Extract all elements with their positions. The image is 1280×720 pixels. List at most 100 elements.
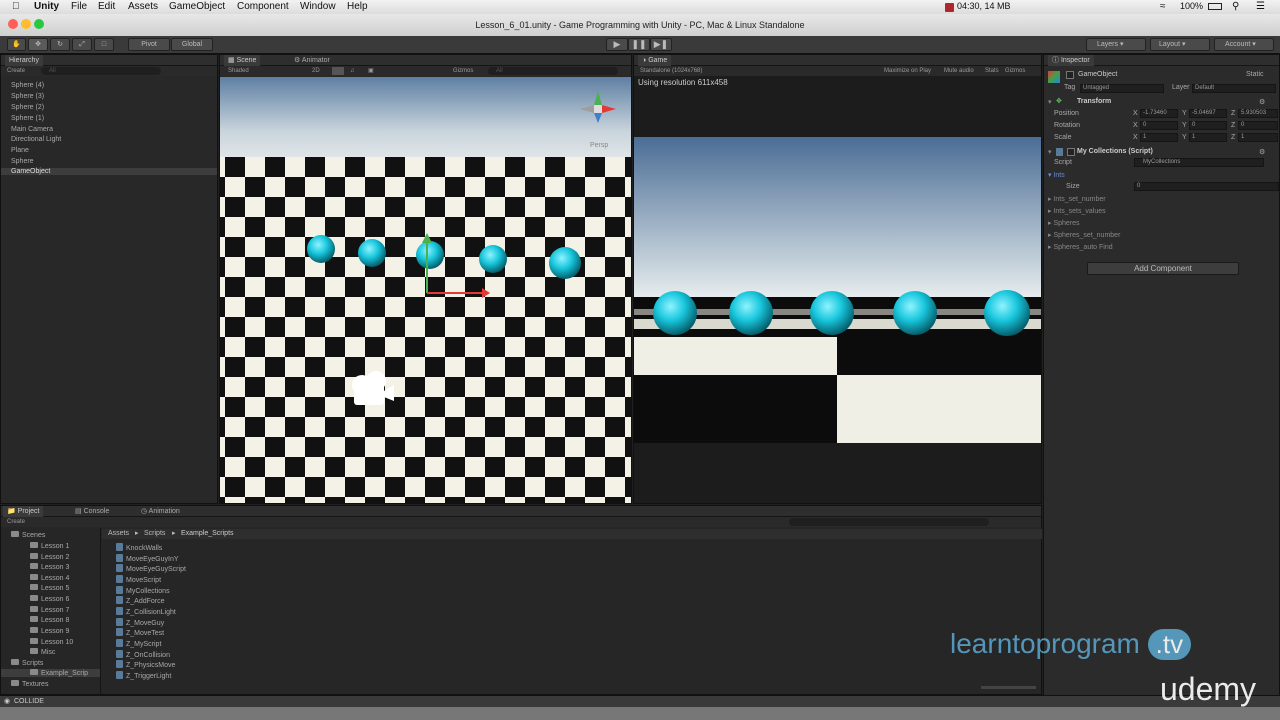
transform-settings-icon[interactable]: ⚙ [1259,98,1265,106]
tree-folder[interactable]: Lesson 6 [30,595,69,603]
asset-item[interactable]: MoveEyeGuyScript [116,564,186,573]
apple-icon[interactable]:  [12,1,20,12]
wifi-icon[interactable]: ≈ [1160,1,1166,12]
breadcrumb-item[interactable]: Assets [108,529,129,539]
menu-component[interactable]: Component [237,1,289,12]
persp-label[interactable]: Persp [590,142,608,149]
icon-size-slider[interactable] [981,686,1036,689]
spheres-auto-find-foldout[interactable]: ▸ Spheres_auto Find [1048,243,1113,251]
close-window-button[interactable] [8,19,18,29]
transform-header[interactable]: Transform [1077,98,1111,105]
script-field[interactable]: MyCollections [1134,158,1264,167]
tab-hierarchy[interactable]: Hierarchy [5,55,43,66]
project-create-button[interactable]: Create [7,517,25,527]
hierarchy-item-selected[interactable]: GameObject [1,168,217,175]
tab-animator[interactable]: ⚙ Animator [290,55,334,66]
tree-folder[interactable]: Scripts [11,659,43,667]
menu-file[interactable]: File [71,1,87,12]
position-z-field[interactable]: 5.930503 [1238,109,1278,118]
hierarchy-item[interactable]: Sphere (2) [11,104,44,111]
position-y-field[interactable]: -5.04697 [1189,109,1227,118]
tree-folder[interactable]: Lesson 2 [30,553,69,561]
asset-item[interactable]: Z_MyScript [116,639,161,648]
tab-game[interactable]: ◑ Game [638,55,672,66]
effects-toggle-icon[interactable]: ▣ [368,66,374,76]
gizmos-dropdown[interactable]: Gizmos [453,66,473,76]
notification-icon[interactable]: ☰ [1256,1,1265,12]
step-button[interactable]: ▶❚ [650,38,672,51]
tree-folder[interactable]: Lesson 7 [30,606,69,614]
scale-z-field[interactable]: 1 [1238,133,1278,142]
tree-folder[interactable]: Textures [11,680,48,688]
scene-search-input[interactable]: All [488,67,618,75]
layer-dropdown[interactable]: Default [1192,84,1276,93]
play-button[interactable]: ▶ [606,38,628,51]
rotation-z-field[interactable]: 0 [1238,121,1278,130]
layers-dropdown[interactable]: Layers ▾ [1086,38,1146,51]
tree-folder[interactable]: Lesson 3 [30,563,69,571]
scene-sphere[interactable] [549,247,581,279]
component-enabled-checkbox[interactable] [1067,148,1075,156]
tree-folder[interactable]: Scenes [11,531,45,539]
asset-item[interactable]: MoveEyeGuyInY [116,554,179,563]
hierarchy-item[interactable]: Sphere (3) [11,93,44,100]
hierarchy-search-input[interactable]: All [41,67,161,75]
menu-help[interactable]: Help [347,1,368,12]
menu-window[interactable]: Window [300,1,336,12]
breadcrumb-item[interactable]: Scripts [144,529,165,539]
spheres-set-number-foldout[interactable]: ▸ Spheres_set_number [1048,231,1120,239]
pivot-toggle[interactable]: Pivot [128,38,170,51]
hierarchy-item[interactable]: Plane [11,147,29,154]
hierarchy-item[interactable]: Sphere (1) [11,115,44,122]
spotlight-icon[interactable]: ⚲ [1232,1,1239,12]
tab-scene[interactable]: ▦ Scene [224,55,261,66]
ints-set-number-foldout[interactable]: ▸ Ints_set_number [1048,195,1106,203]
asset-item[interactable]: Z_OnCollision [116,650,170,659]
component-foldout-icon[interactable]: ▾ [1048,148,1052,156]
shading-mode-dropdown[interactable]: Shaded [228,66,249,76]
zoom-window-button[interactable] [34,19,44,29]
menu-assets[interactable]: Assets [128,1,158,12]
tree-folder[interactable]: Lesson 10 [30,638,73,646]
mode-2d-toggle[interactable]: 2D [312,66,320,76]
maximize-on-play-toggle[interactable]: Maximize on Play [884,66,931,76]
layout-dropdown[interactable]: Layout ▾ [1150,38,1210,51]
active-checkbox[interactable] [1066,71,1074,79]
rotation-x-field[interactable]: 0 [1140,121,1178,130]
account-dropdown[interactable]: Account ▾ [1214,38,1274,51]
asset-item[interactable]: Z_AddForce [116,596,165,605]
scale-tool-icon[interactable]: ⤢ [72,38,92,51]
size-field[interactable]: 0 [1134,182,1279,191]
spheres-foldout[interactable]: ▸ Spheres [1048,219,1080,227]
pause-button[interactable]: ❚❚ [628,38,650,51]
add-component-button[interactable]: Add Component [1087,262,1239,275]
rect-tool-icon[interactable]: □ [94,38,114,51]
tree-folder[interactable]: Misc [30,648,55,656]
hierarchy-item[interactable]: Directional Light [11,136,61,143]
tree-folder[interactable]: Lesson 1 [30,542,69,550]
scale-y-field[interactable]: 1 [1189,133,1227,142]
hierarchy-item[interactable]: Main Camera [11,126,53,133]
game-viewport[interactable] [634,137,1041,443]
transform-foldout-icon[interactable]: ▾ [1048,98,1052,106]
asset-item[interactable]: MoveScript [116,575,161,584]
audio-toggle-icon[interactable]: ♫ [350,66,355,76]
menu-app-name[interactable]: Unity [34,1,59,12]
menu-gameobject[interactable]: GameObject [169,1,225,12]
rotate-tool-icon[interactable]: ↻ [50,38,70,51]
rotation-y-field[interactable]: 0 [1189,121,1227,130]
scene-sphere[interactable] [416,241,444,269]
tab-inspector[interactable]: ⓘ Inspector [1048,55,1094,66]
asset-item[interactable]: KnockWalls [116,543,162,552]
tab-animation[interactable]: ◷ Animation [137,506,184,517]
project-search-input[interactable] [789,518,989,526]
lighting-toggle-icon[interactable] [332,67,344,75]
ints-foldout[interactable]: ▾ Ints [1048,171,1065,179]
hierarchy-item[interactable]: Sphere (4) [11,82,44,89]
mute-audio-toggle[interactable]: Mute audio [944,66,974,76]
menu-edit[interactable]: Edit [98,1,115,12]
tab-project[interactable]: 📁 Project [3,506,44,517]
asset-item[interactable]: Z_CollisionLight [116,607,176,616]
asset-item[interactable]: Z_MoveGuy [116,618,164,627]
tree-folder[interactable]: Lesson 9 [30,627,69,635]
